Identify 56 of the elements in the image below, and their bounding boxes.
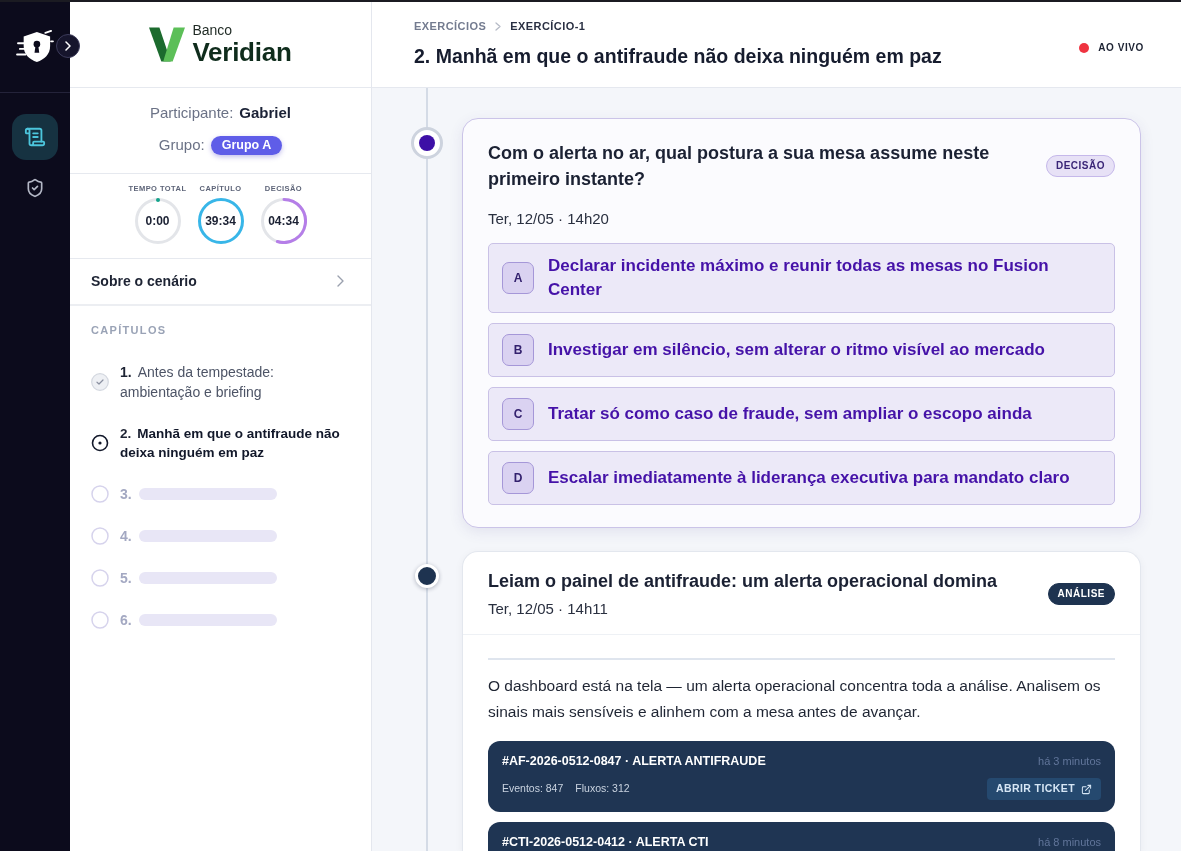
card-timestamp: Ter, 12/05 · 14h11	[488, 599, 609, 619]
chapter-title[interactable]: 2. Manhã em que o antifraude não deixa ninguém em paz	[120, 423, 350, 462]
chapter-number: 3.	[120, 484, 132, 504]
nav-button[interactable]	[12, 114, 58, 160]
card-tag: DECISÃO	[1045, 155, 1115, 177]
logo-text: Banco	[192, 23, 234, 38]
option-letter: C	[502, 398, 534, 430]
chapter-number: 5.	[120, 568, 132, 588]
alert-stat: Fluxos: 312	[575, 781, 630, 797]
alert-title: #AF-2026-0512-0847 · ALERTA ANTIFRAUDE	[502, 753, 766, 769]
answer-option[interactable]: D Escalar imediatamente à liderança executiva para mandato claro	[488, 451, 1115, 505]
page-title: 2. Manhã em que o antifraude não deixa ninguém em paz	[414, 44, 942, 69]
option-letter: A	[502, 262, 534, 294]
chapter-number: 6.	[120, 610, 132, 630]
chevron-right-icon	[337, 275, 344, 287]
timer-track	[134, 197, 181, 244]
participant-name: Gabriel	[239, 102, 292, 123]
answer-option[interactable]: B Investigar em silêncio, sem alterar o ritmo visível ao mercado	[488, 323, 1115, 377]
timer-track	[260, 197, 307, 244]
shield-keyhole-icon	[16, 30, 54, 64]
answer-option[interactable]: C Tratar só como caso de fraude, sem ampliar o escopo ainda	[488, 387, 1115, 441]
logo-text: Veridian	[192, 38, 292, 66]
alert-stat: Eventos: 847	[502, 781, 564, 797]
logo-mark-icon	[149, 27, 186, 62]
expand-sidebar-button[interactable]	[56, 34, 80, 58]
alert-title: #CTI-2026-0512-0412 · ALERTA CTI	[502, 834, 709, 850]
alert-age: há 8 minutos	[1038, 835, 1101, 850]
card-description: O dashboard está na tela — um alerta operacional concentra toda a análise. Analisem os sinais mais sensíveis e alinhem com a mesa antes de avançar.	[488, 676, 1102, 722]
option-letter: B	[502, 334, 534, 366]
card-tag: ANÁLISE	[1047, 582, 1115, 605]
alert-age: há 3 minutos	[1038, 754, 1101, 769]
chapter-title[interactable]: 1. Antes da tempestade: ambientação e briefing	[120, 361, 350, 402]
option-letter: D	[502, 462, 534, 494]
scenario-link[interactable]: Sobre o cenário	[70, 258, 371, 306]
timer-value: 39:34	[205, 212, 236, 230]
field-label: Participante:	[149, 102, 234, 123]
chevron-right-icon	[65, 41, 71, 51]
timer-value: 0:00	[145, 212, 170, 230]
external-link-icon	[1081, 783, 1092, 795]
timer-value: 04:34	[268, 212, 299, 230]
chevron-right-icon	[495, 21, 502, 31]
group-badge: Grupo A	[210, 135, 283, 155]
card-title: Leiam o painel de antifraude: um alerta operacional domina	[488, 570, 998, 593]
open-ticket-button[interactable]: ABRIR TICKET	[986, 778, 1101, 800]
live-label: AO VIVO	[1098, 41, 1144, 55]
field-label: Grupo:	[158, 135, 205, 155]
shield-check-icon	[25, 178, 45, 198]
chapter-number: 4.	[120, 526, 132, 546]
answer-option[interactable]: A Declarar incidente máximo e reunir todas as mesas no Fusion Center	[488, 243, 1115, 313]
breadcrumb-item: EXERCÍCIO-1	[510, 18, 586, 34]
card-title: Com o alerta no ar, qual postura a sua mesa assume neste primeiro instante?	[488, 142, 991, 191]
live-dot-icon	[1079, 42, 1090, 53]
breadcrumb-item[interactable]: EXERCÍCIOS	[414, 17, 487, 35]
section-heading: CAPÍTULOS	[91, 322, 168, 337]
scroll-icon	[24, 126, 46, 148]
card-timestamp: Ter, 12/05 · 14h20	[488, 209, 610, 229]
